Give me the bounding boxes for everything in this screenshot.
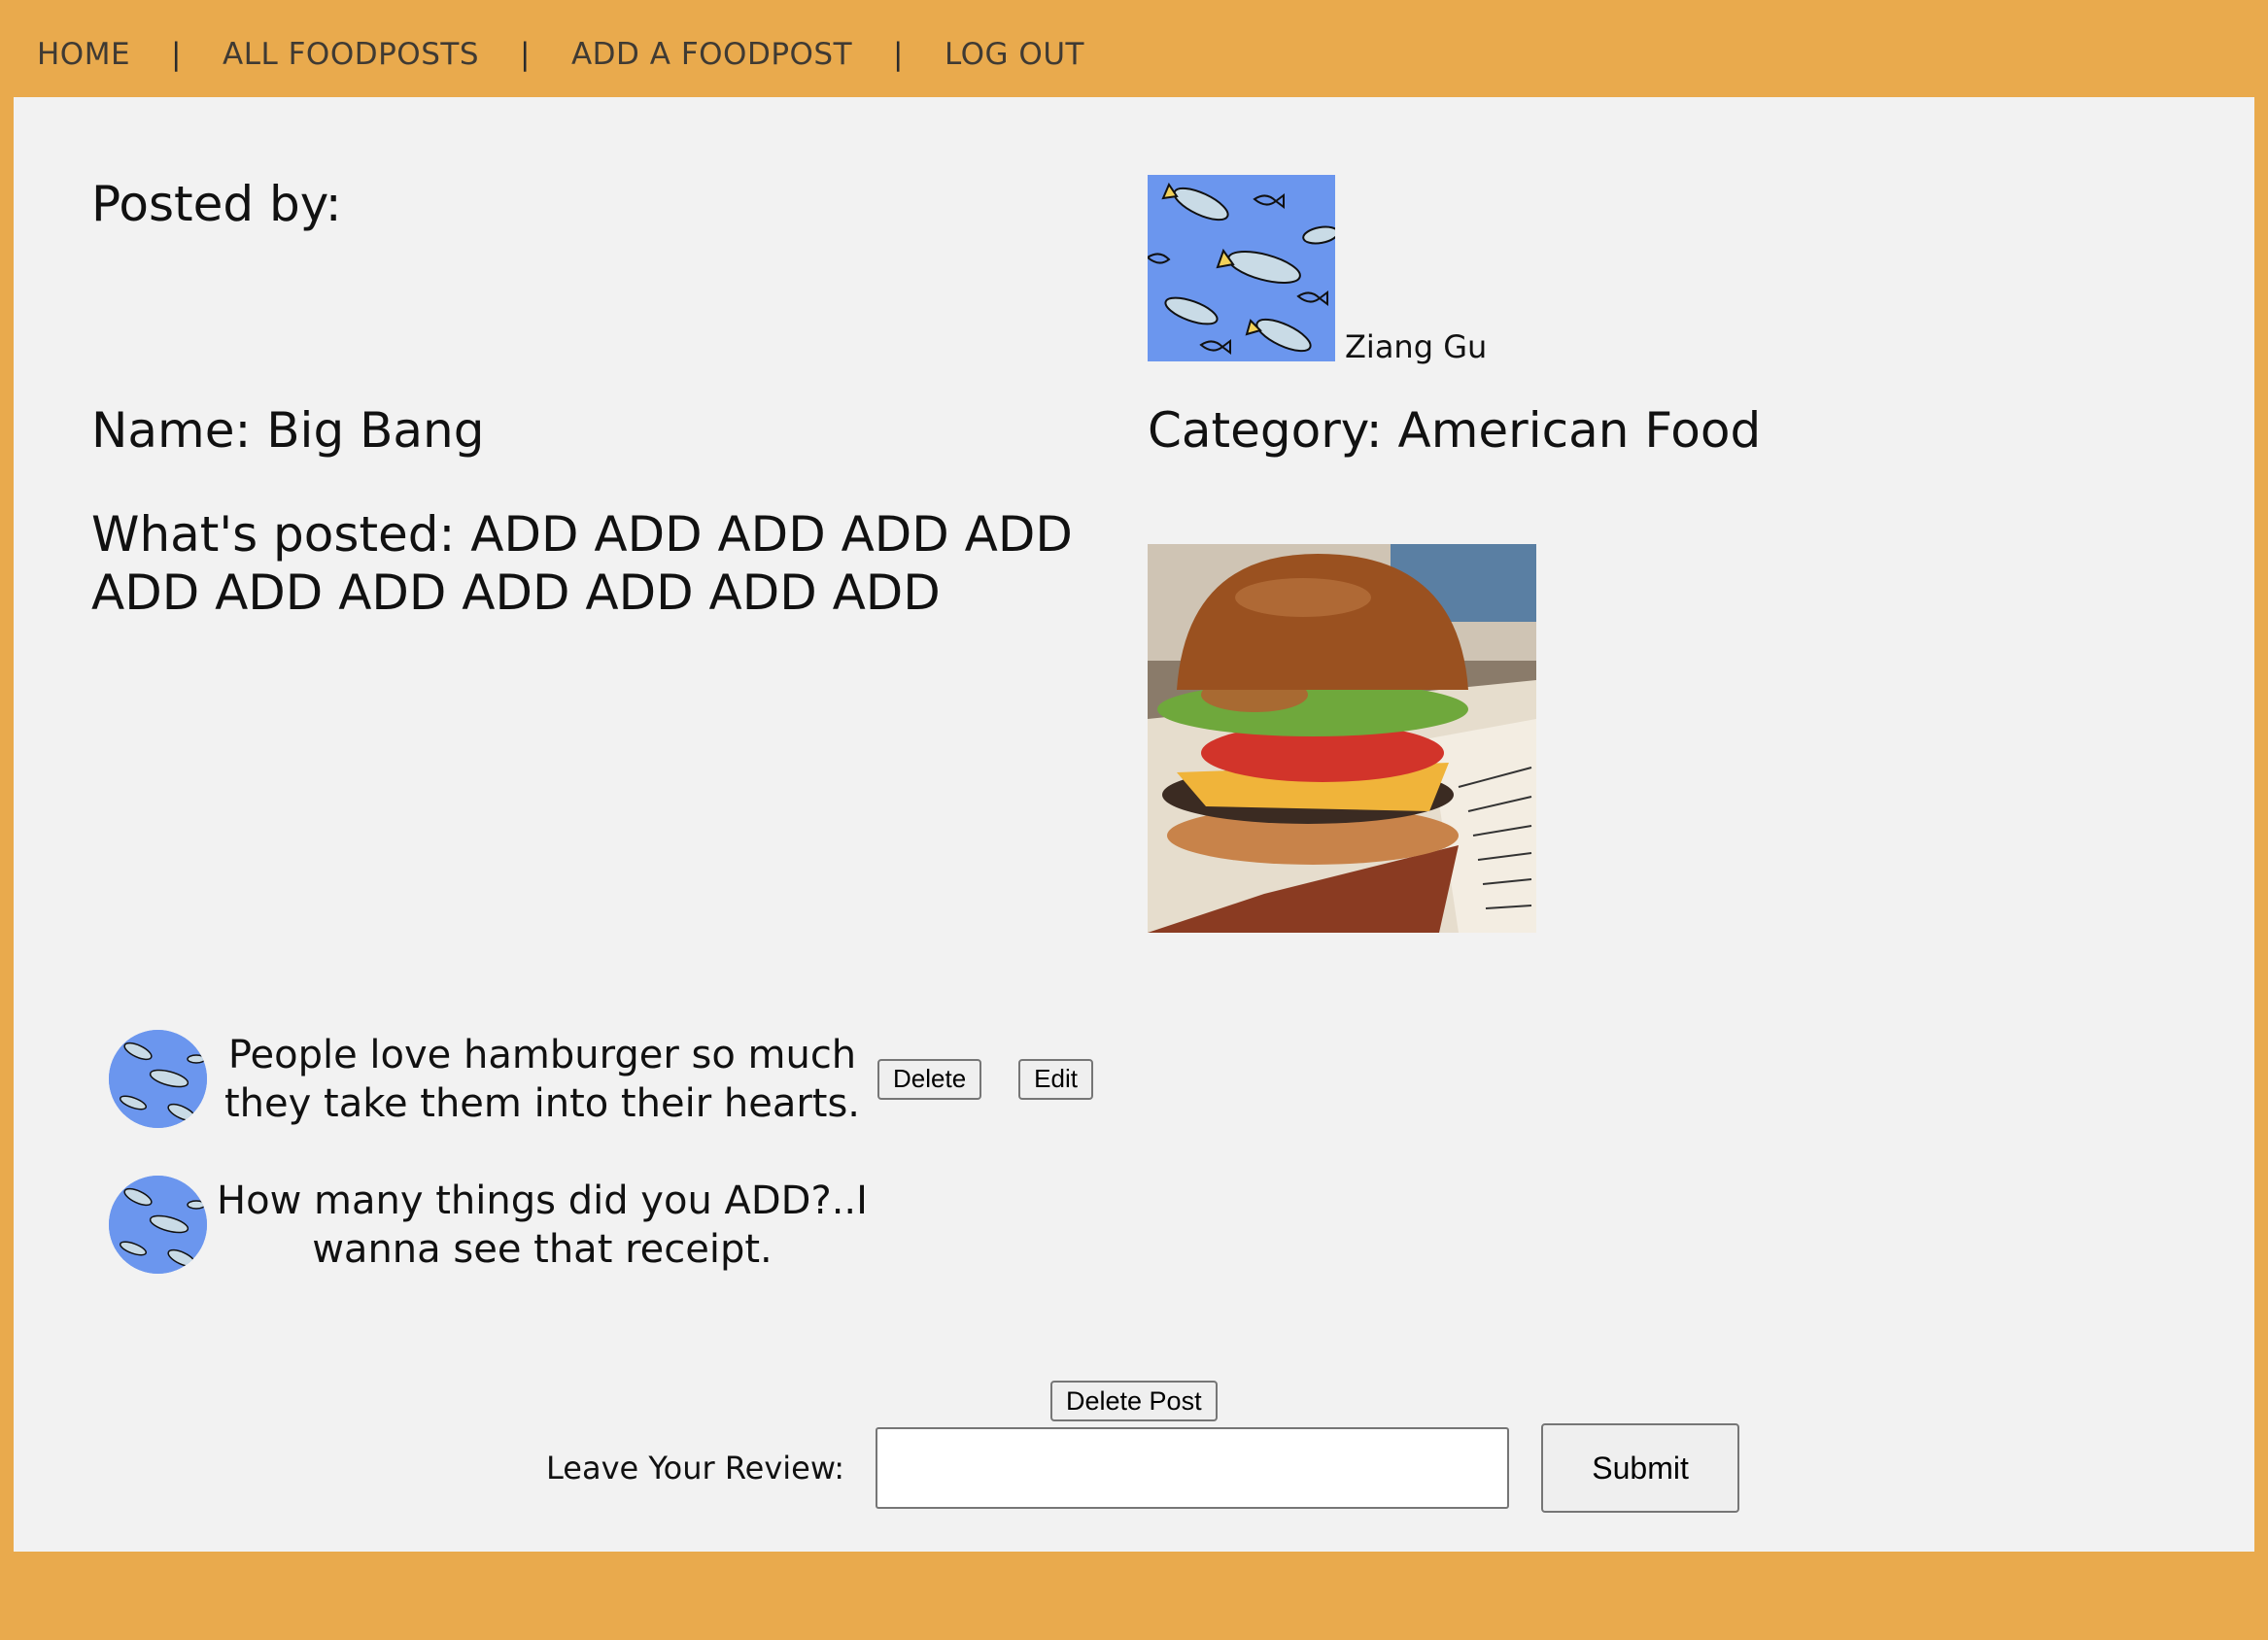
delete-post-button[interactable]: Delete Post [1050,1381,1218,1421]
review-input[interactable] [876,1427,1510,1509]
comment-item: How many things did you ADD?..I wanna se… [109,1176,877,1274]
nav-separator: | [171,37,182,72]
posted-by-label: Posted by: [91,176,342,232]
comment-item: People love hamburger so much they take … [109,1030,1093,1128]
post-name: Name: Big Bang [91,402,485,459]
submit-review-button[interactable]: Submit [1541,1423,1740,1513]
author-avatar [1148,175,1335,361]
commenter-avatar [109,1030,207,1128]
nav-add-foodpost-link[interactable]: ADD A FOODPOST [571,37,852,72]
author-name: Ziang Gu [1345,328,1488,365]
nav-home-link[interactable]: HOME [37,37,130,72]
review-label: Leave Your Review: [546,1450,845,1486]
food-photo [1148,544,1536,933]
nav-all-foodposts-link[interactable]: ALL FOODPOSTS [223,37,479,72]
author-info: Ziang Gu [1148,175,1487,365]
fish-pattern-icon [109,1176,207,1274]
fish-pattern-icon [109,1030,207,1128]
comment-text: How many things did you ADD?..I wanna se… [217,1178,868,1272]
hamburger-image-icon [1148,544,1536,933]
nav-log-out-link[interactable]: LOG OUT [945,37,1084,72]
review-form: Leave Your Review: Submit [546,1423,1740,1513]
post-description: What's posted: ADD ADD ADD ADD ADD ADD A… [91,506,1073,621]
post-detail-panel: Posted by: Ziang Gu Name: Big Bang Categ… [14,97,2254,1552]
post-category: Category: American Food [1148,402,1762,459]
commenter-avatar [109,1176,207,1274]
nav-separator: | [893,37,904,72]
edit-comment-button[interactable]: Edit [1018,1058,1093,1100]
nav-separator: | [520,37,531,72]
top-nav: HOME | ALL FOODPOSTS | ADD A FOODPOST | … [37,33,1084,76]
comment-text: People love hamburger so much they take … [223,1032,861,1126]
fish-pattern-icon [1148,175,1335,361]
delete-comment-button[interactable]: Delete [877,1058,982,1100]
